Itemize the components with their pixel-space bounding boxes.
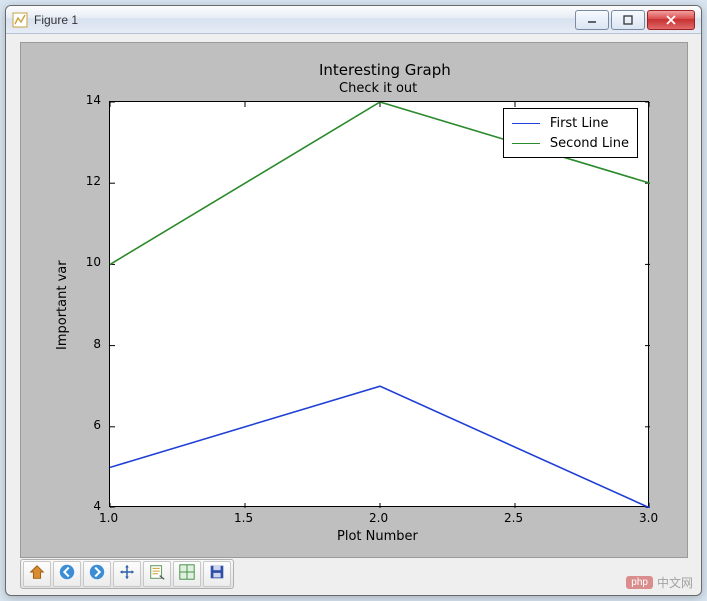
toolbar-save-button[interactable]: [203, 561, 231, 587]
x-tick-label: 2.5: [504, 511, 523, 525]
x-tick-label: 1.0: [99, 511, 118, 525]
y-tick-label: 4: [93, 499, 101, 513]
forward-icon: [88, 563, 106, 586]
watermark-badge: php: [626, 576, 653, 589]
close-button[interactable]: [647, 10, 695, 30]
nav-toolbar: [20, 559, 234, 589]
chart-subtitle: Check it out: [339, 81, 417, 96]
pan-icon: [118, 563, 136, 586]
y-tick-label: 14: [86, 93, 101, 107]
x-tick-label: 1.5: [234, 511, 253, 525]
minimize-button[interactable]: [575, 10, 609, 30]
app-icon: [12, 12, 28, 28]
legend-swatch: [512, 143, 540, 144]
y-tick-label: 12: [86, 174, 101, 188]
y-tick-label: 6: [93, 418, 101, 432]
toolbar-zoom-button[interactable]: [143, 561, 171, 587]
subplots-icon: [178, 563, 196, 586]
legend-label: First Line: [550, 116, 609, 131]
titlebar[interactable]: Figure 1: [6, 6, 701, 34]
x-axis-label: Plot Number: [337, 529, 418, 544]
figure-canvas: Interesting Graph Check it out First Lin…: [20, 42, 688, 558]
legend-label: Second Line: [550, 136, 629, 151]
toolbar-forward-button[interactable]: [83, 561, 111, 587]
toolbar-home-button[interactable]: [23, 561, 51, 587]
figure-window: Figure 1 Interesting Graph Check it out …: [5, 5, 702, 596]
legend-swatch: [512, 123, 540, 124]
save-icon: [208, 563, 226, 586]
legend[interactable]: First Line Second Line: [503, 108, 638, 158]
window-title: Figure 1: [34, 13, 573, 27]
y-tick-label: 8: [93, 337, 101, 351]
watermark: php 中文网: [626, 574, 693, 591]
x-tick-label: 2.0: [369, 511, 388, 525]
back-icon: [58, 563, 76, 586]
x-tick-label: 3.0: [639, 511, 658, 525]
legend-entry: Second Line: [512, 133, 629, 153]
toolbar-pan-button[interactable]: [113, 561, 141, 587]
chart-title: Interesting Graph: [319, 61, 451, 79]
watermark-text: 中文网: [657, 574, 693, 591]
maximize-button[interactable]: [611, 10, 645, 30]
zoom-icon: [148, 563, 166, 586]
plot-axes[interactable]: First Line Second Line: [109, 101, 649, 507]
toolbar-back-button[interactable]: [53, 561, 81, 587]
y-tick-label: 10: [86, 255, 101, 269]
toolbar-subplots-button[interactable]: [173, 561, 201, 587]
legend-entry: First Line: [512, 113, 629, 133]
home-icon: [28, 563, 46, 586]
y-axis-label: Important var: [55, 260, 70, 350]
